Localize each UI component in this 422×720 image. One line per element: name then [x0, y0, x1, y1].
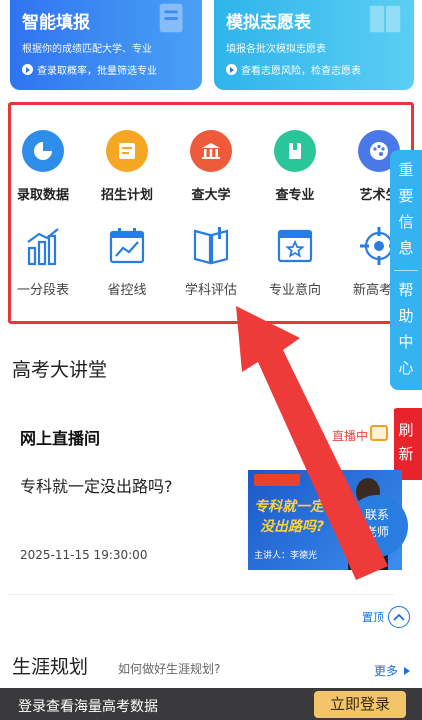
- smart-fill-card[interactable]: 智能填报 根据你的成绩匹配大学、专业 查录取概率，批量筛选专业: [10, 0, 202, 90]
- login-prompt-text: 登录查看海量高考数据: [18, 699, 158, 715]
- notepad-icon: [106, 130, 148, 172]
- mock-form-card[interactable]: 模拟志愿表 填报各批次模拟志愿表 查看志愿风险，检查志愿表: [214, 0, 414, 90]
- contact-label: 老师: [364, 525, 389, 539]
- grid-item-score-table[interactable]: 一分段表: [1, 225, 85, 298]
- book-icon: [274, 130, 316, 172]
- mock-form-action[interactable]: 查看志愿风险，检查志愿表: [226, 62, 361, 77]
- contact-label: 联系: [364, 508, 389, 522]
- mock-form-desc: 填报各批次模拟志愿表: [226, 44, 326, 55]
- bar-trend-icon: [22, 225, 64, 267]
- section-title-lecture: 高考大讲堂: [12, 359, 108, 381]
- play-icon: [226, 64, 237, 75]
- grid-label: 招生计划: [100, 188, 153, 203]
- side-tab-char: 息: [398, 239, 414, 257]
- star-window-icon: [274, 225, 316, 267]
- brand-logo: [254, 474, 300, 486]
- grid-label: 一分段表: [16, 283, 69, 298]
- side-tab-divider: [394, 270, 418, 271]
- grid-item-find-major[interactable]: 查专业: [253, 130, 337, 203]
- live-room-title: 网上直播间: [20, 429, 101, 448]
- refresh-char: 刷: [398, 421, 414, 439]
- back-to-top-label: 置顶: [362, 611, 384, 624]
- grid-item-control-line[interactable]: 省控线: [85, 225, 169, 298]
- contact-teacher-button[interactable]: 联系 老师: [346, 495, 408, 557]
- line-chart-icon: [106, 225, 148, 267]
- side-tab-char: 助: [398, 307, 414, 325]
- open-book-icon: [190, 225, 232, 267]
- live-room-card[interactable]: 网上直播间 直播中 专科就一定没出路吗? 2025-11-15 19:30:00…: [8, 395, 402, 595]
- grid-label: 查专业: [275, 188, 315, 203]
- back-to-top-button[interactable]: 置顶: [362, 606, 410, 628]
- university-icon: [190, 130, 232, 172]
- side-tab-char: 心: [398, 359, 414, 377]
- poster-line-2: 没出路吗?: [260, 519, 325, 535]
- grid-item-admission-data[interactable]: 录取数据: [1, 130, 85, 203]
- triangle-right-icon: [404, 666, 410, 675]
- refresh-char: 新: [398, 445, 414, 463]
- grid-item-major-intention[interactable]: 专业意向: [253, 225, 337, 298]
- side-tab-info-help[interactable]: 重 要 信 息 帮 助 中 心: [390, 150, 422, 390]
- live-status-tag: 直播中: [331, 429, 368, 443]
- chevron-up-icon: [388, 606, 410, 628]
- poster-speaker: 主讲人：李德光: [254, 551, 318, 561]
- play-icon: [22, 64, 33, 75]
- edit-icon: [159, 3, 183, 33]
- side-tab-char: 帮: [398, 281, 414, 299]
- section-title-career: 生涯规划: [12, 656, 89, 678]
- side-tab-char: 信: [398, 213, 414, 231]
- smart-fill-title: 智能填报: [22, 13, 90, 33]
- app-screen: 智能填报 根据你的成绩匹配大学、专业 查录取概率，批量筛选专业 模拟志愿表 填报…: [0, 0, 422, 720]
- smart-fill-action[interactable]: 查录取概率，批量筛选专业: [22, 62, 157, 77]
- login-now-button[interactable]: 立即登录: [314, 691, 406, 718]
- function-grid: 录取数据 招生计划 查大学 查专业 艺术生 一分段表 省控线 学科评估 专业意向…: [0, 100, 422, 325]
- grid-item-subject-evaluation[interactable]: 学科评估: [169, 225, 253, 298]
- smart-fill-desc: 根据你的成绩匹配大学、专业: [22, 44, 152, 55]
- tv-icon: [370, 425, 388, 441]
- mock-form-title: 模拟志愿表: [226, 13, 311, 33]
- grid-label: 省控线: [107, 283, 147, 298]
- book-icon: [369, 5, 401, 33]
- poster-line-1: 专科就一定: [254, 499, 324, 515]
- grid-item-find-university[interactable]: 查大学: [169, 130, 253, 203]
- more-label: 更多: [373, 664, 398, 678]
- grid-label: 录取数据: [16, 188, 69, 203]
- grid-label: 专业意向: [268, 283, 321, 298]
- more-link[interactable]: 更多: [374, 662, 410, 679]
- login-prompt-bar: 登录查看海量高考数据 立即登录: [0, 688, 422, 720]
- live-datetime: 2025-11-15 19:30:00: [20, 548, 148, 562]
- top-cards: 智能填报 根据你的成绩匹配大学、专业 查录取概率，批量筛选专业 模拟志愿表 填报…: [0, 0, 422, 95]
- side-tab-char: 要: [398, 187, 414, 205]
- grid-item-enrollment-plan[interactable]: 招生计划: [85, 130, 169, 203]
- live-topic: 专科就一定没出路吗?: [20, 477, 173, 496]
- career-subtitle: 如何做好生涯规划?: [118, 662, 221, 676]
- pie-chart-icon: [22, 130, 64, 172]
- side-tab-char: 中: [398, 333, 414, 351]
- grid-label: 查大学: [191, 188, 231, 203]
- grid-label: 学科评估: [184, 283, 237, 298]
- side-tab-char: 重: [398, 161, 414, 179]
